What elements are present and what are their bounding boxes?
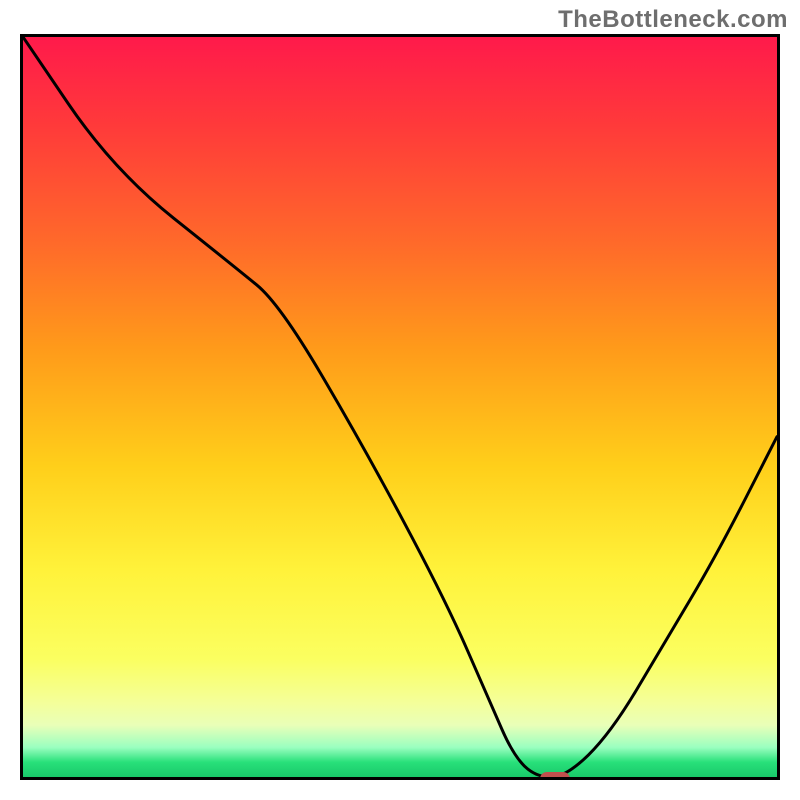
watermark-text: TheBottleneck.com (558, 6, 788, 34)
chart-frame (20, 34, 780, 780)
optimal-marker (540, 772, 570, 780)
curve-svg (23, 37, 777, 777)
bottleneck-curve (23, 37, 777, 777)
